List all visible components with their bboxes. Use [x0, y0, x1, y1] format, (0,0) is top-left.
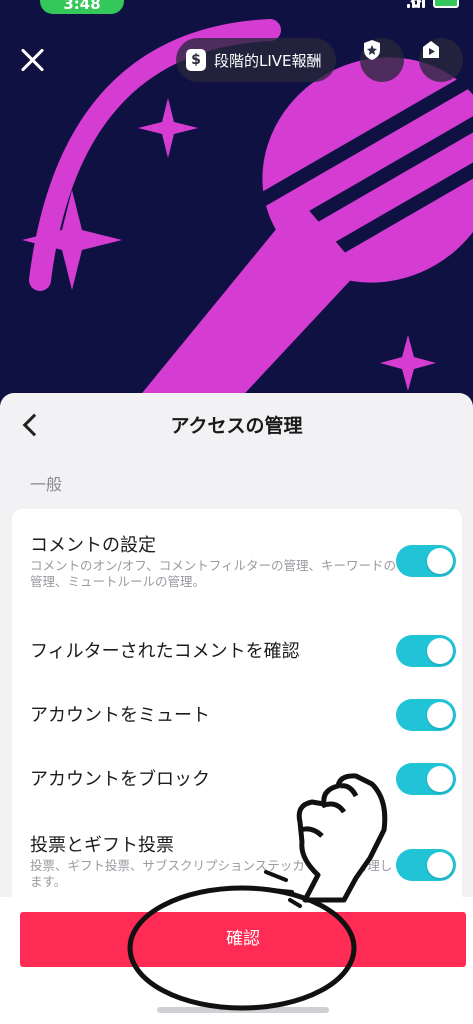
row-polls[interactable]: 投票とギフト投票 投票、ギフト投票、サブスクリプションステッカー投票を管理します… [12, 815, 462, 909]
row-title: アカウントをブロック [30, 769, 210, 790]
status-icons [407, 0, 459, 8]
status-time: 3:48 [40, 0, 124, 14]
row-block-accounts[interactable]: アカウントをブロック [12, 749, 462, 815]
confirm-bar: 確認 [0, 897, 473, 1024]
comment-settings-toggle[interactable] [396, 545, 456, 577]
play-icon [423, 41, 439, 58]
row-mute-accounts[interactable]: アカウントをミュート [12, 685, 462, 749]
section-label-general: 一般 [30, 475, 63, 494]
block-accounts-toggle[interactable] [396, 763, 456, 795]
battery-icon [433, 0, 459, 8]
badge-button[interactable] [360, 38, 404, 82]
page-title: アクセスの管理 [170, 415, 303, 437]
row-title: フィルターされたコメントを確認 [30, 641, 300, 662]
filtered-comments-toggle[interactable] [396, 635, 456, 667]
row-filtered-comments[interactable]: フィルターされたコメントを確認 [12, 621, 462, 685]
mute-accounts-toggle[interactable] [396, 699, 456, 731]
live-cover-background: 3:48 $ 段階的LIVE報酬 [0, 0, 473, 420]
shield-star-icon [364, 40, 380, 60]
wifi-icon [410, 0, 422, 8]
confirm-button[interactable]: 確認 [20, 912, 466, 967]
row-title: コメントの設定 [30, 535, 156, 556]
close-button[interactable] [16, 44, 48, 76]
settings-card: コメントの設定 コメントのオン/オフ、コメントフィルターの管理、キーワードの管理… [12, 509, 462, 909]
live-reward-chip[interactable]: $ 段階的LIVE報酬 [176, 38, 336, 82]
polls-toggle[interactable] [396, 849, 456, 881]
reward-label: 段階的LIVE報酬 [214, 51, 322, 70]
dollar-coin-icon: $ [186, 49, 206, 71]
row-description: コメントのオン/オフ、コメントフィルターの管理、キーワードの管理、ミュートルール… [30, 558, 396, 589]
home-indicator [157, 1007, 329, 1013]
sheet-header: アクセスの管理 [0, 393, 473, 455]
row-description: 投票、ギフト投票、サブスクリプションステッカー投票を管理します。 [30, 858, 393, 889]
live-play-button[interactable] [419, 38, 463, 82]
row-title: アカウントをミュート [30, 705, 210, 726]
row-comment-settings[interactable]: コメントの設定 コメントのオン/オフ、コメントフィルターの管理、キーワードの管理… [12, 509, 462, 621]
row-title: 投票とギフト投票 [30, 835, 174, 856]
